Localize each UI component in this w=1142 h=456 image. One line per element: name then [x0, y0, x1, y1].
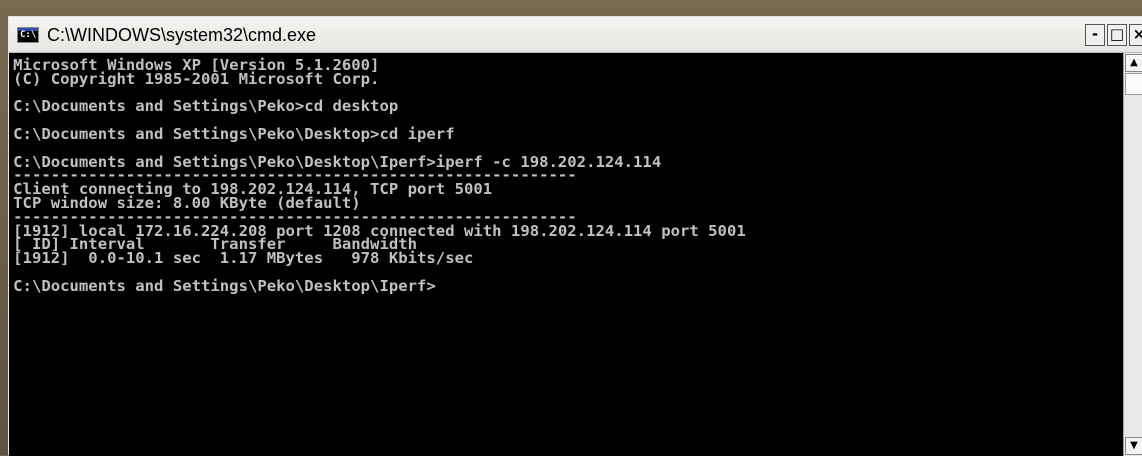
close-button[interactable]: ×: [1129, 24, 1142, 46]
window-title: C:\WINDOWS\system32\cmd.exe: [47, 25, 317, 45]
console-line: C:\Documents and Settings\Peko\Desktop>c…: [13, 124, 455, 143]
cmd-console-icon[interactable]: C:\: [17, 27, 39, 43]
scroll-up-arrow-icon[interactable]: ▲: [1125, 54, 1142, 72]
title-bar[interactable]: C:\ C:\WINDOWS\system32\cmd.exe - □ ×: [9, 17, 1142, 53]
cmd-window[interactable]: C:\ C:\WINDOWS\system32\cmd.exe - □ × Mi…: [8, 16, 1142, 456]
vertical-scrollbar[interactable]: ▲ ▼: [1123, 53, 1142, 456]
icon-glyph: C:\: [20, 30, 37, 40]
console-output[interactable]: Microsoft Windows XP [Version 5.1.2600](…: [9, 53, 1123, 456]
console-line: (C) Copyright 1985-2001 Microsoft Corp.: [13, 69, 380, 88]
console-text: Microsoft Windows XP [Version 5.1.2600](…: [9, 53, 1123, 294]
scroll-down-arrow-icon[interactable]: ▼: [1125, 437, 1142, 455]
console-line: C:\Documents and Settings\Peko>cd deskto…: [13, 97, 399, 116]
minimize-button[interactable]: -: [1085, 24, 1105, 46]
console-line: [1912] 0.0-10.1 sec 1.17 MBytes 978 Kbit…: [13, 249, 474, 268]
maximize-button[interactable]: □: [1107, 24, 1127, 46]
console-line: C:\Documents and Settings\Peko\Desktop\I…: [13, 276, 436, 295]
window-controls: - □ ×: [1085, 24, 1142, 46]
scroll-thumb[interactable]: [1125, 73, 1142, 95]
